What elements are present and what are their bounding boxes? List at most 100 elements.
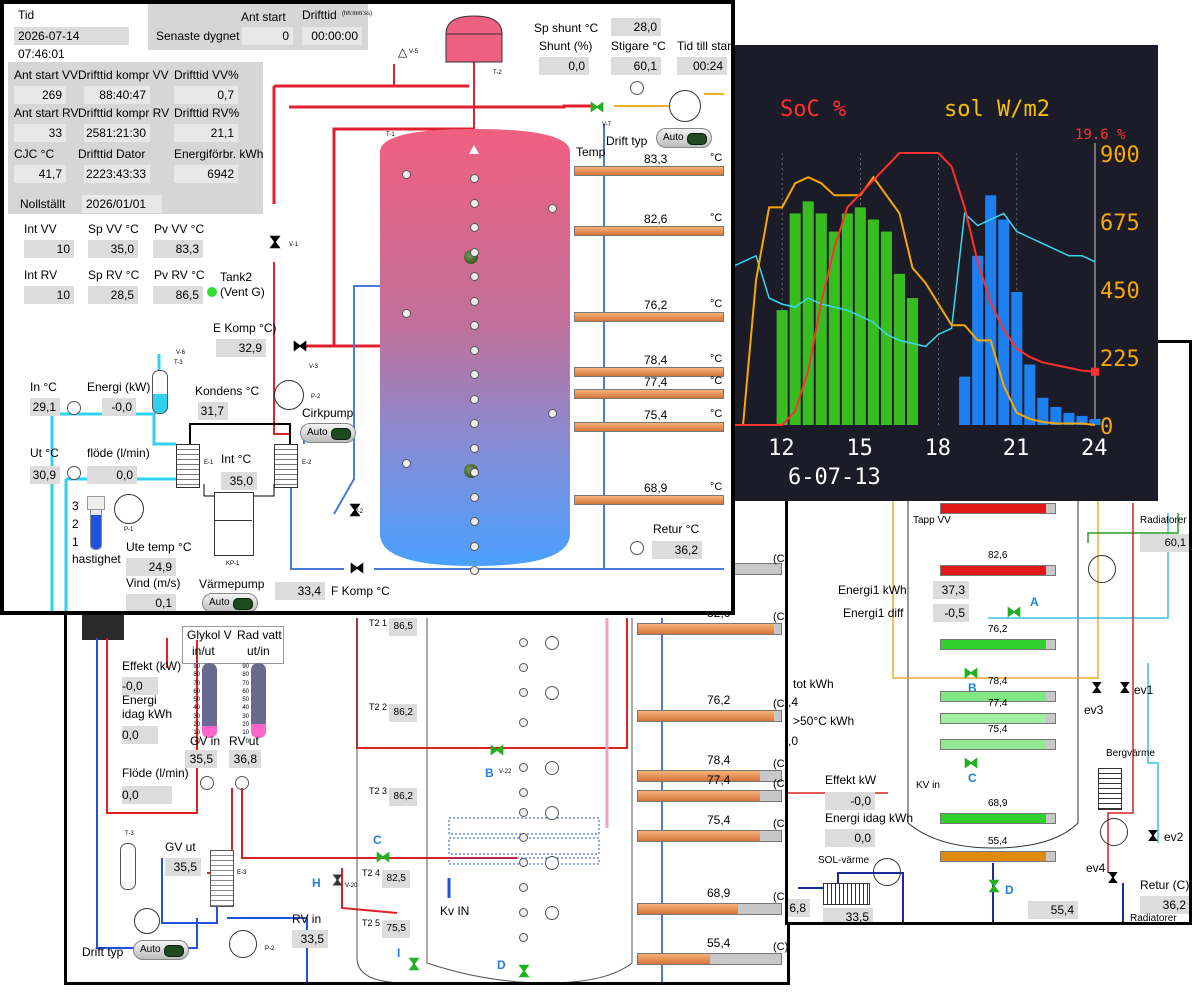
valve-v5-icon[interactable]: △	[398, 46, 407, 58]
lower-temp-bar-fill	[638, 904, 739, 914]
tank-sensor-dot	[519, 858, 528, 867]
tank-sensor-dot	[470, 296, 479, 306]
t21-value: 86,5	[389, 618, 417, 636]
speed-slider-handle[interactable]	[87, 496, 105, 510]
valve-c-icon[interactable]: ⧓	[375, 850, 391, 866]
compressor-kp1	[214, 492, 254, 556]
right-temp-value: 55,4	[988, 836, 1008, 847]
sol-varme-label: SOL-värme	[818, 855, 870, 866]
varmepump-auto-button[interactable]: Auto	[202, 593, 258, 611]
valve-d-right-icon[interactable]: ⧓	[984, 878, 1004, 894]
gauge-tick-label: 40	[193, 705, 200, 712]
drift-typ-auto-button[interactable]: Auto	[656, 128, 712, 148]
cjc-value: 41,7	[14, 165, 66, 183]
tid-till-start-label: Tid till star	[677, 39, 732, 53]
hastighet-label: hastighet	[72, 552, 121, 566]
tag-v22: V-22	[499, 769, 512, 775]
valve-ev4-icon[interactable]: ⧓	[1105, 871, 1122, 885]
shunt-value: 0,0	[539, 57, 589, 75]
lower-temp-value: 78,4	[707, 753, 731, 767]
tank-sensor-gauge	[545, 806, 559, 820]
valve-ev3-icon[interactable]: ⧓	[1089, 681, 1106, 695]
retur-value: 36,2	[652, 541, 702, 559]
bergvarme-label: Bergvärme	[1106, 748, 1155, 759]
valve-fkomp-icon[interactable]: ⧓	[349, 561, 365, 577]
pump-bergvarme	[1100, 818, 1128, 846]
valve-a-icon[interactable]: ⧓	[1006, 602, 1022, 622]
valve-i-label: I	[397, 946, 401, 960]
senaste-dygnet-label: Senaste dygnet	[156, 29, 240, 43]
bergvarme-exchanger	[1098, 768, 1122, 810]
valve-a-label: A	[1030, 595, 1039, 609]
sp-vv-label: Sp VV °C	[88, 222, 139, 236]
t22-label: T2 2	[369, 702, 388, 712]
sp-vv-value: 35,0	[88, 240, 138, 258]
valve-i-icon[interactable]: ⧓	[405, 956, 422, 972]
tank-temp-value: 83,3	[644, 152, 668, 166]
expansion-tank	[120, 843, 136, 890]
drifttid-dator-label: Drifttid Dator	[78, 147, 146, 161]
valve-v7-icon[interactable]: ⧓	[589, 100, 605, 116]
lower-temp-value: 76,2	[707, 693, 731, 707]
tank-temp-value: 78,4	[644, 353, 668, 367]
stigare-label: Stigare °C	[611, 39, 666, 53]
right-temp-bar	[940, 813, 1056, 824]
flode-label: Flöde (l/min)	[122, 766, 189, 780]
ev3-label: ev3	[1084, 703, 1104, 717]
tank-sensor-gauge	[545, 636, 559, 650]
tag-e1: E-1	[204, 460, 214, 466]
cirkpump-auto-button[interactable]: Auto	[300, 423, 356, 443]
tag-e2: E-2	[302, 460, 312, 466]
valve-ev2-icon[interactable]: ⧓	[1145, 829, 1162, 843]
tank-sensor-dot	[470, 541, 479, 551]
valve-b-right-icon[interactable]: ⧓	[963, 663, 979, 683]
ant-start-rv-label: Ant start RV	[14, 106, 79, 120]
y-tick-label: 450	[1100, 279, 1140, 304]
int-vv-label: Int VV	[24, 222, 57, 236]
gauge-frame	[182, 626, 284, 664]
tank-temp-bar-fill	[575, 167, 723, 175]
tank-temp-bar-fill	[575, 390, 723, 398]
tank-side-sensor-dot	[402, 459, 411, 468]
lower-temp-bar-fill	[638, 954, 710, 964]
pv-rv-label: Pv RV °C	[154, 268, 205, 282]
gv-ut-value: 35,5	[165, 858, 201, 876]
e-komp-value: 32,9	[216, 339, 266, 357]
gauge-tick-label: 50	[242, 697, 249, 704]
tank-sensor-dot	[519, 688, 528, 697]
valve-ev1-icon[interactable]: ⧓	[1117, 681, 1134, 695]
nollstallt-value: 2026/01/01	[82, 195, 162, 213]
over50-fragment: ,0	[788, 734, 799, 748]
pump-p2	[229, 930, 257, 958]
tank-sensor-dot	[519, 908, 528, 917]
valve-h-icon[interactable]: ⧓	[330, 873, 346, 887]
tank-temp-bar-fill	[575, 423, 723, 431]
sp-shunt-label: Sp shunt °C	[534, 21, 599, 35]
tank-temp-value: 75,4	[644, 408, 668, 422]
right-temp-bar	[940, 639, 1056, 650]
drifttid-label: Drifttid	[302, 8, 337, 22]
lower-temp-bar	[637, 903, 782, 915]
valve-v3-icon[interactable]: ⧓	[292, 339, 308, 355]
lower-temp-bar	[637, 953, 782, 965]
tag-v5: V-5	[409, 49, 419, 55]
left-fragment-value: 6,8	[788, 899, 810, 917]
lower-temp-bar-fill	[638, 831, 760, 841]
tank-temp-value: 77,4	[644, 375, 668, 389]
gauge-tick-label: 90	[242, 664, 249, 670]
valve-v1-icon[interactable]: ⧓	[266, 234, 283, 250]
auto-label: Auto	[140, 944, 161, 955]
over50-label: >50°C kWh	[793, 714, 855, 728]
cjc-label: CJC °C	[14, 147, 55, 161]
int-vv-value: 10	[24, 240, 74, 258]
rv-ut-label: RV ut	[229, 734, 259, 748]
tag-t2: T-2	[493, 70, 502, 76]
vent-g-label: (Vent G)	[220, 285, 265, 299]
valve-d-icon[interactable]: ⧓	[515, 963, 532, 979]
valve-b-icon[interactable]: ⧓	[489, 743, 505, 759]
t24-label: T2 4	[362, 868, 381, 878]
auto-button-lower[interactable]: Auto	[133, 940, 189, 960]
int-c-label: Int °C	[221, 452, 252, 466]
nollstallt-label: Nollställt	[20, 197, 66, 211]
valve-c-right-icon[interactable]: ⧓	[963, 753, 979, 773]
